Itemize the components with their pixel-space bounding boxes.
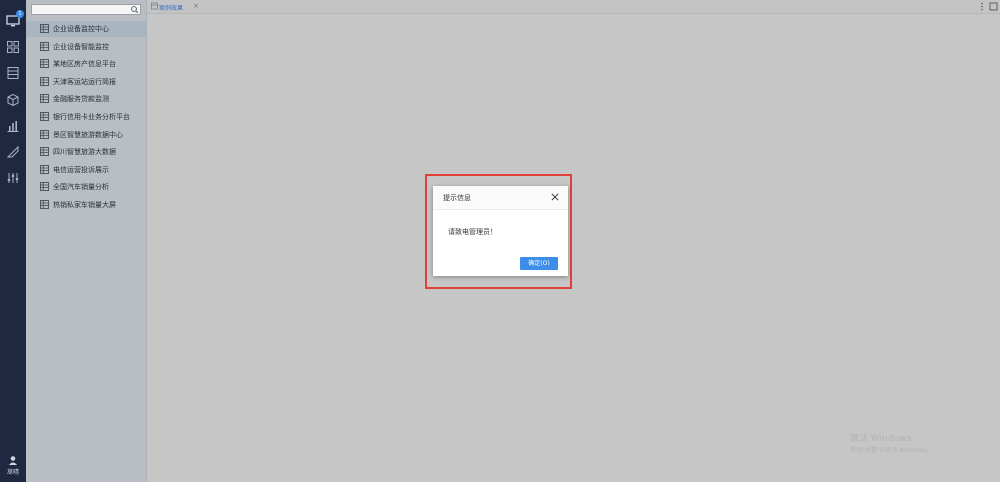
table-icon <box>40 24 49 33</box>
report-item[interactable]: 某地区房产信息平台 <box>26 56 146 72</box>
dialog-header: 提示信息 <box>433 186 568 210</box>
report-item[interactable]: 热销私家车销量大屏 <box>26 197 146 213</box>
report-item-label: 天津客运站运行简报 <box>53 77 116 86</box>
alert-dialog: 提示信息 请致电管理员！ 确定(O) <box>433 186 568 276</box>
user-avatar-icon <box>9 456 17 465</box>
icon-sidebar: 1 荩晴 <box>0 0 26 482</box>
pen-icon[interactable] <box>6 145 20 159</box>
search-icon[interactable] <box>130 5 139 14</box>
table-icon <box>40 112 49 121</box>
watermark-title: 激活 Windows <box>850 434 912 444</box>
table-icon <box>40 59 49 69</box>
report-item-label: 企业设备智能监控 <box>53 42 109 51</box>
report-item-label: 电信运营投诉展示 <box>53 165 109 174</box>
report-item[interactable]: 金融服务贷款监测 <box>26 91 146 107</box>
report-item-label: 银行信用卡业务分析平台 <box>53 113 130 121</box>
bar-chart-icon[interactable] <box>6 119 20 133</box>
report-item[interactable]: 景区智慧旅游数据中心 <box>26 127 146 143</box>
report-item[interactable]: 四川智慧旅游大数据 <box>26 144 146 160</box>
table-icon <box>40 76 49 86</box>
filter-icon[interactable] <box>6 171 20 185</box>
user-name: 荩晴 <box>6 469 19 476</box>
tab-case-effect[interactable]: 案例效果 <box>159 3 183 12</box>
report-item[interactable]: 全国汽车销量分析 <box>26 179 146 195</box>
notification-badge: 1 <box>16 10 24 18</box>
report-list-panel: 企业设备监控中心 企业设备智能监控 某地区房产信息平台 天津客运站运行简报 金融服务贷款… <box>26 0 146 482</box>
ok-button[interactable]: 确定(O) <box>520 257 558 270</box>
report-item[interactable]: 电信运营投诉展示 <box>26 162 146 178</box>
user-menu[interactable]: 荩晴 <box>0 455 26 476</box>
table-icon <box>40 129 49 139</box>
watermark-subtitle: 转到"设置"以激活 Windows。 <box>850 447 933 454</box>
table-icon <box>40 182 49 192</box>
report-item-label: 企业设备监控中心 <box>53 25 109 33</box>
report-item-label: 全国汽车销量分析 <box>53 183 109 192</box>
report-item[interactable]: 企业设备监控中心 <box>26 21 146 37</box>
report-item[interactable]: 天津客运站运行简报 <box>26 74 146 90</box>
report-item[interactable]: 企业设备智能监控 <box>26 39 146 55</box>
search-input[interactable] <box>31 4 141 15</box>
report-item-label: 四川智慧旅游大数据 <box>53 148 116 157</box>
table-icon <box>40 41 49 51</box>
report-item-label: 热销私家车销量大屏 <box>53 201 116 209</box>
table-icon <box>40 200 49 209</box>
tab-list-icon[interactable] <box>151 2 158 10</box>
close-icon[interactable] <box>551 193 559 201</box>
report-item-label: 景区智慧旅游数据中心 <box>53 130 123 139</box>
maximize-icon[interactable] <box>989 2 998 11</box>
report-item-label: 某地区房产信息平台 <box>53 60 116 69</box>
dialog-title: 提示信息 <box>443 194 471 202</box>
table-icon <box>40 164 49 174</box>
table-icon <box>40 94 49 104</box>
more-options-icon[interactable] <box>980 2 984 11</box>
table-icon <box>40 147 49 157</box>
report-item-label: 金融服务贷款监测 <box>53 95 109 104</box>
report-item[interactable]: 银行信用卡业务分析平台 <box>26 109 146 125</box>
database-icon[interactable] <box>6 66 20 80</box>
tab-bar: 案例效果 × <box>147 0 1000 14</box>
dialog-message: 请致电管理员！ <box>448 228 497 236</box>
box-icon[interactable] <box>6 93 20 107</box>
main-content <box>147 14 1000 482</box>
grid-icon[interactable] <box>6 40 20 54</box>
activation-watermark: 激活 Windows 转到"设置"以激活 Windows。 <box>850 434 932 456</box>
tab-close-button[interactable]: × <box>193 2 199 10</box>
